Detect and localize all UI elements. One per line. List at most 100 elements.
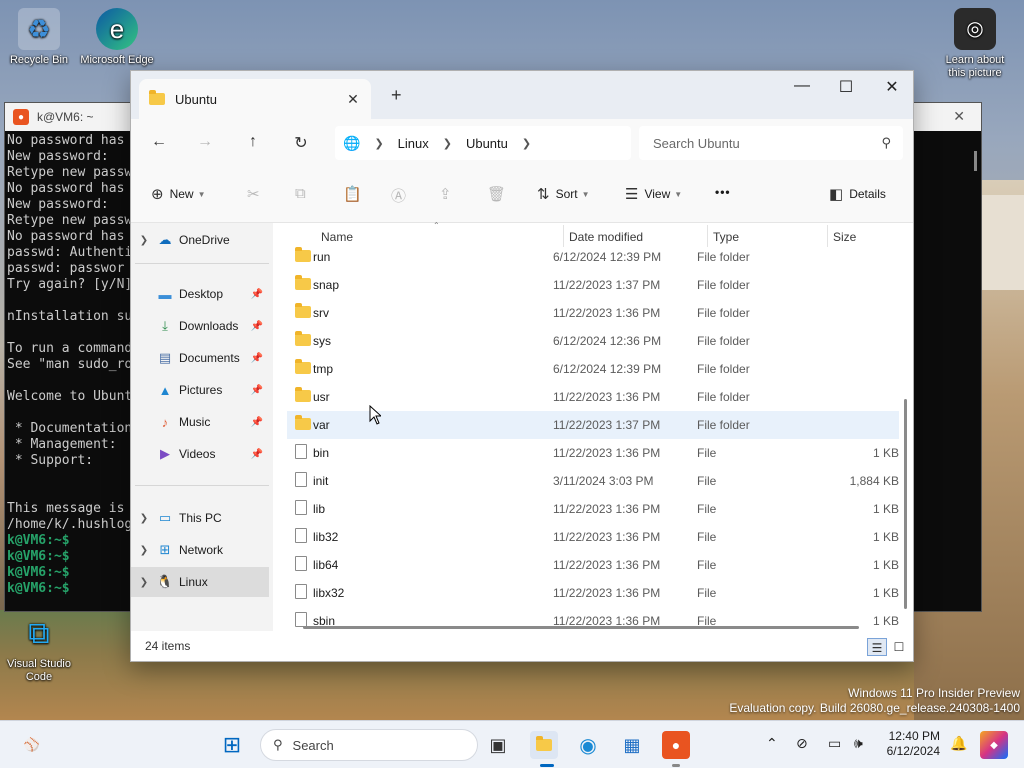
pin-icon[interactable]: 📌: [251, 289, 263, 300]
chevron-right-icon[interactable]: ❯: [131, 513, 157, 524]
file-date: 11/22/2023 1:36 PM: [553, 586, 661, 600]
desktop-icon-learn-picture[interactable]: ◎ Learn about this picture: [936, 8, 1014, 80]
volume-icon[interactable]: 🕪: [854, 735, 863, 752]
up-arrow-icon[interactable]: ↑: [229, 133, 277, 151]
breadcrumb[interactable]: 🌐 ❯ Linux ❯ Ubuntu ❯: [335, 126, 631, 160]
file-row[interactable]: run 6/12/2024 12:39 PM File folder: [287, 243, 899, 271]
file-list[interactable]: Name ⌃ Date modified Type Size run 6/12/2…: [273, 221, 913, 631]
tab-ubuntu[interactable]: Ubuntu ✕: [139, 79, 371, 119]
file-row[interactable]: libx32 11/22/2023 1:36 PM File 1 KB: [287, 579, 899, 607]
refresh-icon[interactable]: ↻: [277, 133, 325, 153]
ubuntu-terminal-icon[interactable]: ●: [662, 731, 690, 759]
file-row[interactable]: bin 11/22/2023 1:36 PM File 1 KB: [287, 439, 899, 467]
nav-label: Pictures: [179, 383, 223, 397]
file-row[interactable]: srv 11/22/2023 1:36 PM File folder: [287, 299, 899, 327]
tab-title: Ubuntu: [175, 91, 217, 107]
breadcrumb-linux[interactable]: Linux: [398, 136, 429, 151]
rename-button[interactable]: Ⓐ: [391, 185, 412, 206]
nav-linux[interactable]: ❯ 🐧 Linux: [131, 567, 269, 597]
file-explorer-icon[interactable]: [530, 731, 558, 759]
desktop-icon-vscode[interactable]: ⧉ Visual Studio Code: [0, 612, 78, 684]
horizontal-scrollbar[interactable]: [303, 626, 859, 629]
file-row[interactable]: init 3/11/2024 3:03 PM File 1,884 KB: [287, 467, 899, 495]
share-button[interactable]: ⇪: [439, 185, 458, 203]
file-size: 1 KB: [872, 614, 899, 628]
file-row[interactable]: lib32 11/22/2023 1:36 PM File 1 KB: [287, 523, 899, 551]
desktop-icon-recycle-bin[interactable]: ♻ Recycle Bin: [0, 8, 78, 67]
network-off-icon[interactable]: ⊘: [796, 735, 808, 752]
tab-close-icon[interactable]: ✕: [343, 91, 363, 108]
nav-documents[interactable]: ▤ Documents 📌: [131, 343, 269, 373]
view-button-label: View: [644, 187, 671, 201]
minimize-icon[interactable]: —: [779, 77, 825, 95]
view-button[interactable]: ☰ View ▼: [625, 185, 682, 203]
copy-button[interactable]: ⧉: [295, 185, 312, 202]
back-arrow-icon[interactable]: ←: [135, 133, 183, 151]
details-view-icon[interactable]: ☰: [867, 638, 887, 656]
edge-icon[interactable]: ◉: [574, 731, 602, 759]
pin-icon[interactable]: 📌: [251, 417, 263, 428]
close-icon[interactable]: ✕: [869, 77, 915, 97]
display-icon[interactable]: ▭: [828, 735, 841, 752]
file-type: File folder: [697, 418, 750, 432]
mlb-widget-icon[interactable]: ⚾: [18, 731, 46, 759]
nav-pictures[interactable]: ▲ Pictures 📌: [131, 375, 269, 405]
column-header-date[interactable]: Date modified: [569, 230, 643, 244]
tiles-view-icon[interactable]: ☐: [889, 638, 909, 656]
file-row[interactable]: sys 6/12/2024 12:36 PM File folder: [287, 327, 899, 355]
nav-network[interactable]: ❯ ⊞ Network: [131, 535, 269, 565]
start-windows-icon[interactable]: ⊞: [218, 731, 246, 759]
chevron-right-icon[interactable]: ❯: [131, 577, 157, 588]
file-name: var: [313, 418, 330, 432]
column-header-name[interactable]: Name: [321, 230, 353, 244]
nav-videos[interactable]: ▶ Videos 📌: [131, 439, 269, 469]
chevron-right-icon[interactable]: ❯: [374, 137, 383, 150]
sort-button[interactable]: ⇅ Sort ▼: [537, 185, 590, 203]
paste-button[interactable]: 📋: [343, 185, 368, 203]
task-view-icon[interactable]: ▣: [484, 731, 512, 759]
file-row[interactable]: tmp 6/12/2024 12:39 PM File folder: [287, 355, 899, 383]
store-icon[interactable]: ▦: [618, 731, 646, 759]
forward-arrow-icon[interactable]: →: [181, 133, 229, 151]
chevron-right-icon[interactable]: ❯: [522, 137, 531, 150]
pin-icon[interactable]: 📌: [251, 385, 263, 396]
file-row[interactable]: snap 11/22/2023 1:37 PM File folder: [287, 271, 899, 299]
pin-icon[interactable]: 📌: [251, 321, 263, 332]
more-options-button[interactable]: •••: [715, 185, 731, 199]
chevron-right-icon[interactable]: ❯: [131, 545, 157, 556]
file-row[interactable]: lib 11/22/2023 1:36 PM File 1 KB: [287, 495, 899, 523]
file-row[interactable]: lib64 11/22/2023 1:36 PM File 1 KB: [287, 551, 899, 579]
nav-onedrive[interactable]: ❯ ☁ OneDrive: [131, 225, 269, 255]
delete-button[interactable]: 🗑: [487, 185, 512, 203]
nav-desktop[interactable]: ▬ Desktop 📌: [131, 279, 269, 309]
navigation-pane[interactable]: ❯ ☁ OneDrive ▬ Desktop 📌 ⤓ Downloads 📌 ▤…: [131, 223, 273, 631]
nav-downloads[interactable]: ⤓ Downloads 📌: [131, 311, 269, 341]
desktop-icon-edge[interactable]: e Microsoft Edge: [78, 8, 156, 67]
cut-button[interactable]: ✂: [247, 185, 266, 203]
column-header-type[interactable]: Type: [713, 230, 739, 244]
copilot-icon[interactable]: ◆: [980, 731, 1008, 759]
details-button[interactable]: ◧ Details: [829, 185, 886, 203]
nav-music[interactable]: ♪ Music 📌: [131, 407, 269, 437]
file-icon: [295, 500, 307, 518]
nav-label: Music: [179, 415, 211, 429]
taskbar-search-input[interactable]: ⚲ Search: [260, 729, 478, 761]
pin-icon[interactable]: 📌: [251, 449, 263, 460]
chevron-right-icon[interactable]: ❯: [131, 235, 157, 246]
search-input[interactable]: Search Ubuntu ⚲: [639, 126, 903, 160]
column-header-size[interactable]: Size: [833, 230, 856, 244]
breadcrumb-ubuntu[interactable]: Ubuntu: [466, 136, 508, 151]
file-explorer-window[interactable]: Ubuntu ✕ + — ☐ ✕ ← → ↑ ↻ 🌐 ❯ Linux ❯ Ubu…: [130, 70, 914, 662]
new-tab-button[interactable]: +: [391, 85, 402, 106]
vertical-scrollbar[interactable]: [904, 399, 907, 609]
chevron-right-icon[interactable]: ❯: [443, 137, 452, 150]
terminal-close-icon[interactable]: ✕: [953, 108, 965, 125]
clock[interactable]: 12:40 PM 6/12/2024: [880, 729, 940, 759]
notification-icon[interactable]: 🔔: [950, 735, 967, 752]
terminal-scrollbar[interactable]: [974, 151, 977, 171]
nav-this-pc[interactable]: ❯ ▭ This PC: [131, 503, 269, 533]
show-hidden-icons-chevron-icon[interactable]: ⌃: [766, 735, 778, 752]
pin-icon[interactable]: 📌: [251, 353, 263, 364]
maximize-icon[interactable]: ☐: [823, 77, 869, 97]
new-button[interactable]: ⊕ New ▼: [151, 185, 206, 203]
